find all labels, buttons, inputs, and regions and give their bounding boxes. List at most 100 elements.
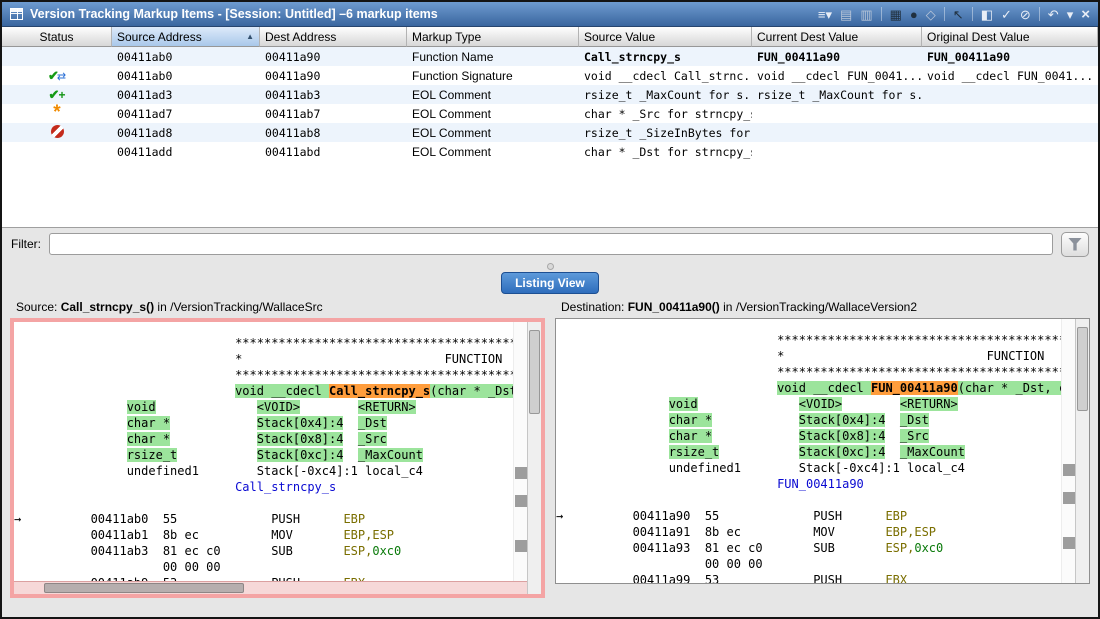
destination-label: Destination: — [561, 300, 624, 314]
code-line[interactable]: 00411ab3 81 ec c0 SUB ESP,0xc0 — [14, 543, 513, 559]
dropdown-icon[interactable]: ▾ — [1067, 8, 1074, 21]
table-row[interactable]: *00411ad700411ab7EOL Commentchar * _Src … — [2, 104, 1098, 123]
code-line[interactable]: 00411a93 81 ec c0 SUB ESP,0xc0 — [556, 540, 1061, 556]
code-line[interactable]: ****************************************… — [556, 332, 1061, 348]
source-value-cell: rsize_t _MaxCount for s... — [579, 85, 752, 104]
destination-pane-header: Destination: FUN_00411a90() in /VersionT… — [555, 296, 1090, 318]
filter-input[interactable] — [49, 233, 1053, 255]
code-line[interactable]: undefined1 Stack[-0xc4]:1 local_c4 — [14, 463, 513, 479]
titlebar-toolbar: ≡▾ ▤ ▥ ▦ ● ◇ ↖ ◧ ✓ ⊘ ↶ ▾ × — [818, 7, 1090, 21]
destination-listing[interactable]: ****************************************… — [556, 319, 1061, 583]
table-row[interactable]: 00411ad800411ab8EOL Commentrsize_t _Size… — [2, 123, 1098, 142]
paste-markup-icon[interactable]: ▥ — [860, 8, 872, 21]
filter-options-button[interactable] — [1061, 232, 1089, 257]
accept-markup-icon[interactable]: ✓ — [1001, 8, 1012, 21]
line-margin — [14, 495, 40, 511]
current-dest-value-cell — [752, 123, 922, 142]
code-line[interactable]: → 00411a90 55 PUSH EBP — [556, 508, 1061, 524]
code-line[interactable]: * FUNCTION — [14, 351, 513, 367]
code-line[interactable]: void __cdecl Call_strncpy_s(char * _Dst,… — [14, 383, 513, 399]
code-line[interactable]: ****************************************… — [556, 364, 1061, 380]
code-line[interactable]: 00411a91 8b ec MOV EBP,ESP — [556, 524, 1061, 540]
filter-bar: Filter: — [2, 228, 1098, 260]
code-line[interactable]: → 00411ab0 55 PUSH EBP — [14, 511, 513, 527]
destination-listing-frame[interactable]: ****************************************… — [555, 318, 1090, 584]
code-line[interactable]: * FUNCTION — [556, 348, 1061, 364]
scrollbar-thumb[interactable] — [529, 330, 540, 414]
status-cell: ✔+ — [2, 85, 112, 104]
diamond-icon[interactable]: ◇ — [926, 8, 936, 21]
line-margin — [14, 527, 40, 543]
close-icon[interactable]: × — [1081, 8, 1090, 21]
menu-icon[interactable]: ≡▾ — [818, 8, 832, 21]
cursor-icon[interactable]: ↖ — [953, 8, 964, 21]
record-icon[interactable]: ● — [910, 8, 918, 21]
column-header-source-value[interactable]: Source Value — [579, 27, 752, 47]
code-line[interactable]: undefined1 Stack[-0xc4]:1 local_c4 — [556, 460, 1061, 476]
code-line[interactable]: char * Stack[0x4]:4 _Dst — [14, 415, 513, 431]
code-line[interactable]: 00411ab1 8b ec MOV EBP,ESP — [14, 527, 513, 543]
column-header-source-address[interactable]: Source Address▲ — [112, 27, 260, 47]
table-row[interactable]: 00411add00411abdEOL Commentchar * _Dst f… — [2, 142, 1098, 161]
code-line[interactable]: char * Stack[0x4]:4 _Dst — [556, 412, 1061, 428]
table-view-icon[interactable]: ▦ — [890, 8, 902, 21]
toolbar-separator — [881, 7, 882, 21]
code-line[interactable]: void <VOID> <RETURN> — [14, 399, 513, 415]
source-listing-frame[interactable]: ****************************************… — [10, 318, 545, 598]
original-dest-value-cell — [922, 142, 1098, 161]
copy-markup-icon[interactable]: ▤ — [840, 8, 852, 21]
code-line[interactable]: char * Stack[0x8]:4 _Src — [14, 431, 513, 447]
reject-markup-icon[interactable]: ⊘ — [1020, 8, 1031, 21]
dual-listing-icon[interactable]: ◧ — [981, 8, 993, 21]
column-header-label: Markup Type — [412, 30, 481, 44]
code-line[interactable]: 00 00 00 — [556, 556, 1061, 572]
code-line[interactable]: rsize_t Stack[0xc]:4 _MaxCount — [14, 447, 513, 463]
markup-type-cell: Function Name — [407, 47, 579, 66]
dest-address-cell: 00411ab3 — [260, 85, 407, 104]
source-value-cell: char * _Dst for strncpy_s — [579, 142, 752, 161]
code-line[interactable]: ****************************************… — [14, 335, 513, 351]
column-header-dest-address[interactable]: Dest Address — [260, 27, 407, 47]
column-header-markup-type[interactable]: Markup Type — [407, 27, 579, 47]
dest-address-cell: 00411a90 — [260, 66, 407, 85]
code-line[interactable]: 00 00 00 — [14, 559, 513, 575]
destination-vertical-scrollbar[interactable] — [1075, 319, 1089, 583]
source-value-cell: Call_strncpy_s — [579, 47, 752, 66]
dest-address-cell: 00411a90 — [260, 47, 407, 66]
undo-icon[interactable]: ↶ — [1048, 8, 1059, 21]
code-line[interactable]: rsize_t Stack[0xc]:4 _MaxCount — [556, 444, 1061, 460]
table-row[interactable]: 00411ab000411a90Function NameCall_strncp… — [2, 47, 1098, 66]
original-dest-value-cell — [922, 85, 1098, 104]
code-line[interactable]: void <VOID> <RETURN> — [556, 396, 1061, 412]
code-line[interactable]: char * Stack[0x8]:4 _Src — [556, 428, 1061, 444]
splitter-handle-icon[interactable] — [547, 263, 554, 270]
toolbar-separator — [1039, 7, 1040, 21]
source-horizontal-scrollbar[interactable] — [14, 581, 527, 594]
listing-section: Listing View Source: Call_strncpy_s() in… — [2, 272, 1098, 617]
source-marker-margin — [513, 322, 527, 594]
scrollbar-thumb[interactable] — [1077, 327, 1088, 411]
code-line[interactable]: 00411a99 53 PUSH EBX — [556, 572, 1061, 583]
source-vertical-scrollbar[interactable] — [527, 322, 541, 594]
tab-listing-view[interactable]: Listing View — [501, 272, 599, 294]
status-applied-replace-icon: ✔⇄ — [48, 68, 66, 84]
code-line[interactable] — [14, 495, 513, 511]
toolbar-separator — [944, 7, 945, 21]
code-line[interactable]: Call_strncpy_s — [14, 479, 513, 495]
column-header-status[interactable]: Status — [2, 27, 112, 47]
table-row[interactable]: ✔⇄00411ab000411a90Function Signaturevoid… — [2, 66, 1098, 85]
line-margin — [14, 447, 40, 463]
line-margin — [556, 444, 582, 460]
column-header-current-dest-value[interactable]: Current Dest Value — [752, 27, 922, 47]
code-line[interactable]: FUN_00411a90 — [556, 476, 1061, 492]
table-row[interactable]: ✔+00411ad300411ab3EOL Commentrsize_t _Ma… — [2, 85, 1098, 104]
code-line[interactable]: void __cdecl FUN_00411a90(char * _Dst, c… — [556, 380, 1061, 396]
line-margin — [556, 572, 582, 583]
splitter[interactable] — [2, 260, 1098, 272]
source-listing[interactable]: ****************************************… — [14, 322, 513, 594]
scrollbar-thumb[interactable] — [44, 583, 244, 593]
line-margin — [556, 332, 582, 348]
code-line[interactable]: ****************************************… — [14, 367, 513, 383]
column-header-original-dest-value[interactable]: Original Dest Value — [922, 27, 1098, 47]
code-line[interactable] — [556, 492, 1061, 508]
